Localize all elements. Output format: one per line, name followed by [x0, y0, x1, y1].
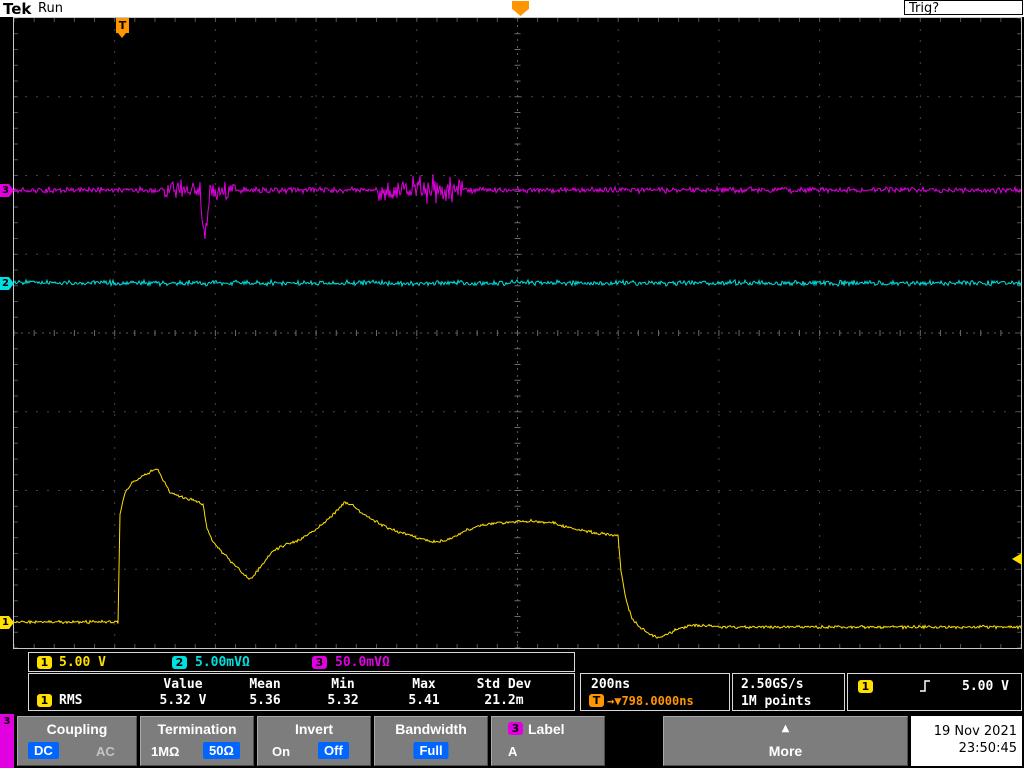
meas-header-stddev: Std Dev	[476, 677, 532, 692]
coupling-dc-option[interactable]: DC	[28, 742, 59, 759]
measurement-table: Value Mean Min Max Std Dev 1 RMS 5.32 V …	[28, 673, 575, 711]
waveform-display	[13, 17, 1022, 649]
ch1-position-marker: 1	[0, 616, 14, 629]
meas-header-mean: Mean	[249, 677, 281, 692]
more-button[interactable]: ▲ More	[663, 716, 908, 766]
top-status-bar: Tek Run Trig?	[0, 0, 1024, 18]
invert-on-option[interactable]: On	[272, 744, 290, 759]
meas-ch-badge: 1	[37, 694, 52, 707]
ch3-position-marker: 3	[0, 184, 14, 197]
invert-label: Invert	[294, 721, 334, 737]
more-label: More	[768, 743, 803, 759]
label-label: Label	[528, 721, 565, 737]
trigger-position-readout: →▼798.0000ns	[607, 694, 694, 708]
ch2-badge: 2	[172, 656, 187, 669]
oscilloscope-screen: Tek Run Trig? T 3 2 1 1 5.00 V 2 5.00mVΩ…	[0, 0, 1024, 768]
tek-logo: Tek	[3, 0, 32, 18]
termination-button[interactable]: Termination 1MΩ 50Ω	[140, 716, 254, 766]
acquisition-readout: 2.50GS/s 1M points	[732, 673, 845, 711]
time-text: 23:50:45	[958, 741, 1017, 756]
coupling-label: Coupling	[46, 721, 108, 737]
trigger-record-flag-icon: T	[116, 18, 129, 38]
bandwidth-button[interactable]: Bandwidth Full	[374, 716, 488, 766]
meas-header-value: Value	[163, 677, 203, 692]
date-text: 19 Nov 2021	[933, 724, 1017, 739]
graticule	[13, 17, 1022, 649]
ch1-scale: 5.00 V	[59, 655, 106, 670]
record-length: 1M points	[741, 694, 812, 709]
menu-channel-tab: 3	[0, 714, 14, 768]
trigger-level-value: 5.00 V	[962, 679, 1009, 694]
ch2-position-marker: 2	[0, 277, 14, 290]
coupling-button[interactable]: Coupling DC AC	[17, 716, 137, 766]
termination-1m-option[interactable]: 1MΩ	[151, 744, 179, 759]
trigger-position-icon	[512, 1, 529, 16]
trigger-t-badge: T	[589, 694, 604, 707]
label-ch-badge: 3	[508, 722, 523, 735]
trigger-source-badge: 1	[858, 680, 873, 693]
invert-off-option[interactable]: Off	[318, 742, 349, 759]
meas-stddev: 21.2m	[484, 693, 524, 708]
channel-scale-readout: 1 5.00 V 2 5.00mVΩ 3 50.0mVΩ	[28, 652, 575, 672]
ch3-badge: 3	[312, 656, 327, 669]
termination-label: Termination	[157, 721, 237, 737]
meas-header-min: Min	[331, 677, 355, 692]
sample-rate: 2.50GS/s	[741, 677, 804, 692]
meas-name: RMS	[59, 693, 83, 708]
meas-min: 5.32	[327, 693, 359, 708]
meas-header-max: Max	[412, 677, 436, 692]
label-button[interactable]: 3 Label A	[491, 716, 605, 766]
meas-value: 5.32 V	[159, 693, 207, 708]
meas-max: 5.41	[408, 693, 440, 708]
coupling-ac-option[interactable]: AC	[96, 744, 115, 759]
timebase-readout: 200ns T →▼798.0000ns	[580, 673, 730, 711]
acquisition-status: Run	[38, 1, 63, 16]
ch3-scale: 50.0mVΩ	[335, 655, 390, 670]
trigger-status-badge: Trig?	[904, 0, 1023, 16]
termination-50ohm-option[interactable]: 50Ω	[203, 742, 240, 759]
rising-edge-slope-icon	[920, 680, 930, 692]
label-value-option[interactable]: A	[508, 744, 517, 759]
ch1-badge: 1	[37, 656, 52, 669]
more-up-arrow-icon: ▲	[781, 723, 790, 734]
datetime-display: 19 Nov 2021 23:50:45	[911, 716, 1022, 766]
timebase-scale: 200ns	[591, 677, 631, 692]
invert-button[interactable]: Invert On Off	[257, 716, 371, 766]
meas-mean: 5.36	[249, 693, 281, 708]
ch2-scale: 5.00mVΩ	[195, 655, 250, 670]
bandwidth-full-option[interactable]: Full	[413, 742, 449, 759]
trigger-readout: 1 5.00 V	[847, 673, 1022, 711]
bandwidth-label: Bandwidth	[395, 721, 467, 737]
